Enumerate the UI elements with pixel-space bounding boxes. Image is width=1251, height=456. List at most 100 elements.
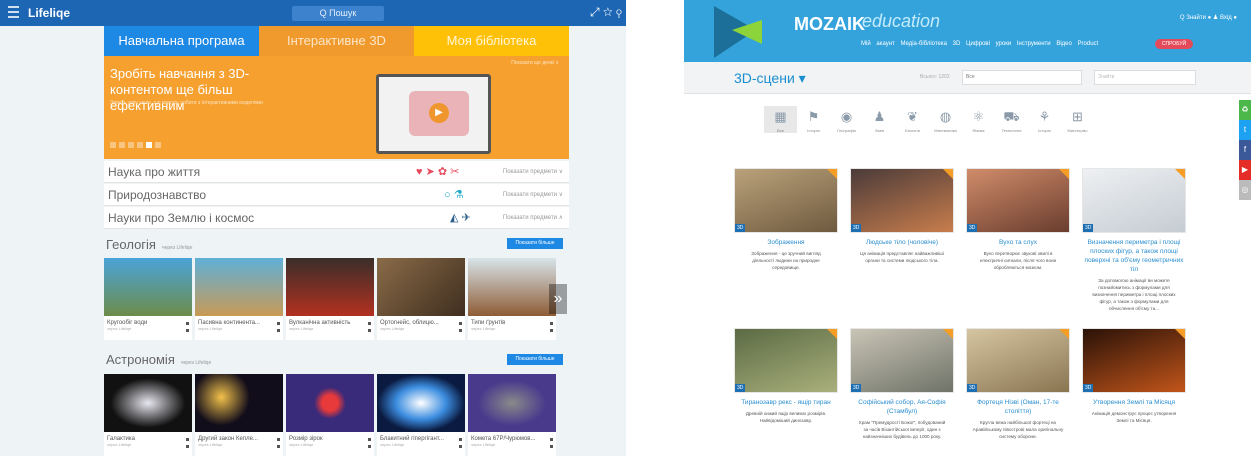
scene-thumbnail[interactable]: 3D — [850, 168, 954, 233]
card-kepler-law[interactable]: Другий закон Кепле... через Lifeliqe — [195, 374, 283, 456]
filter-history-2[interactable]: ⚘ Історія — [1028, 106, 1061, 133]
scene-title[interactable]: Тиранозавр рекс - ящір тиран — [734, 393, 838, 407]
filter-technology[interactable]: ⛟ Технологія — [995, 106, 1028, 133]
twitter-icon[interactable]: t — [1239, 120, 1251, 140]
statue-icon: ⚘ — [1038, 109, 1051, 124]
app-logo[interactable]: Lifeliqe — [28, 6, 70, 20]
promo-banner[interactable]: Зробіть навчання з 3D-контентом ще більш… — [104, 56, 569, 159]
scene-title[interactable]: Утворення Землі та Місяця — [1082, 393, 1186, 407]
tab-my-library[interactable]: Моя бібліотека — [414, 26, 569, 56]
category-natural-science[interactable]: Природознавство ○ ⚗ Показати предмети ∨ — [104, 184, 569, 206]
corner-icon — [943, 329, 953, 339]
more-icon[interactable] — [368, 438, 371, 448]
carousel-dots[interactable] — [110, 142, 161, 148]
show-subjects-link[interactable]: Показати предмети ∨ — [503, 184, 563, 206]
filter-geography[interactable]: ◉ Географія — [830, 106, 863, 133]
scene-thumbnail[interactable]: 3D — [850, 328, 954, 393]
menu-product[interactable]: Product — [1078, 41, 1099, 47]
more-icon[interactable] — [186, 438, 189, 448]
filter-art[interactable]: ⊞ Мистецтво — [1061, 106, 1094, 133]
card-blue-hypergiant[interactable]: Блакитний гіпергігант... через Lifeliqe — [377, 374, 465, 456]
more-icon[interactable] — [550, 322, 553, 332]
scene-thumbnail[interactable]: 3D — [734, 328, 838, 393]
scene-card[interactable]: 3D Вухо та слух Вухо перетворює звукові хв… — [966, 168, 1070, 298]
scene-thumbnail[interactable]: 3D — [734, 168, 838, 233]
scene-description: За допомогою анімації ви можете познайом… — [1092, 278, 1176, 311]
lifeliqe-panel: Lifeliqe Q Пошук ⤢ ☆ ⚲ Навчальна програм… — [0, 0, 626, 456]
menu-my-account[interactable]: Мій акаунт — [861, 41, 895, 47]
scene-title[interactable]: Софійський собор, Ая-Софія (Стамбул) — [850, 393, 954, 416]
more-icon[interactable] — [277, 322, 280, 332]
more-icon[interactable] — [459, 322, 462, 332]
more-icon[interactable] — [277, 438, 280, 448]
card-comet[interactable]: Комета 67P/Чурюмов... через Lifeliqe — [468, 374, 556, 456]
play-icon[interactable]: ▶ — [429, 103, 449, 123]
scene-title[interactable]: Зображення — [734, 233, 838, 247]
scene-card[interactable]: 3D Тиранозавр рекс - ящір тиран Древній хи… — [734, 328, 838, 456]
more-icon[interactable] — [459, 438, 462, 448]
scene-description: Храм "Премудрості Божої", побудований за… — [858, 420, 946, 439]
corner-icon — [827, 329, 837, 339]
scene-thumbnail[interactable]: 3D — [1082, 168, 1186, 233]
header-actions[interactable]: Q Знайти ● ♟ Вхід ● — [1180, 14, 1237, 21]
scene-card[interactable]: 3D Софійський собор, Ая-Софія (Стамбул) Хр… — [850, 328, 954, 456]
facebook-icon[interactable]: f — [1239, 140, 1251, 160]
banner-link[interactable]: Показати ще деякі ∨ — [511, 60, 559, 66]
scenes-dropdown[interactable]: 3D-сцени ▾ — [734, 70, 806, 87]
more-social-icon[interactable]: ◎ — [1239, 180, 1251, 200]
youtube-icon[interactable]: ▶ — [1239, 160, 1251, 180]
scene-card[interactable]: 3D Утворення Землі та Місяця Анімація демо… — [1082, 328, 1186, 456]
more-icon[interactable] — [186, 322, 189, 332]
menu-media-library[interactable]: Медіа-бібліотека — [900, 41, 947, 47]
more-icon[interactable] — [368, 322, 371, 332]
scene-title[interactable]: Вухо та слух — [966, 233, 1070, 247]
filter-biology[interactable]: ❦ Біологія — [896, 106, 929, 133]
tab-curriculum[interactable]: Навчальна програма — [104, 26, 259, 56]
category-earth-space[interactable]: Науки про Землю і космос ◭ ✈ Показати пр… — [104, 207, 569, 229]
scene-title[interactable]: Визначення периметра і площі плоских фіг… — [1082, 233, 1186, 274]
filter-physics[interactable]: ⚛ Фізика — [962, 106, 995, 133]
search-input[interactable]: Q Пошук — [292, 6, 384, 21]
more-icon[interactable] — [550, 438, 553, 448]
show-more-button[interactable]: Показати більше — [507, 238, 563, 249]
share-icon[interactable]: ♻ — [1239, 100, 1251, 120]
menu-digital-lessons[interactable]: Цифрові уроки — [966, 41, 1011, 47]
scene-thumbnail[interactable]: 3D — [966, 328, 1070, 393]
menu-tools[interactable]: Інструменти — [1017, 41, 1051, 47]
scene-card[interactable]: 3D Фортеця Нізві (Оман, 17-те століття) Кр… — [966, 328, 1070, 456]
filter-chemistry[interactable]: ♟ Хімія — [863, 106, 896, 133]
scene-card[interactable]: 3D Людське тіло (чоловіче) Ця анімація пре… — [850, 168, 954, 298]
card-orthogneiss[interactable]: Ортогнейс, облицю... через Lifeliqe — [377, 258, 465, 340]
search-input[interactable]: Знайти — [1094, 70, 1196, 85]
brand-name[interactable]: MOZAIK — [794, 14, 865, 35]
menu-icon[interactable] — [8, 6, 19, 18]
card-passive-continent[interactable]: Пасивна континента... через Lifeliqe — [195, 258, 283, 340]
mozaik-header: MOZAIK education Q Знайти ● ♟ Вхід ● Мій… — [684, 0, 1251, 62]
try-button[interactable]: СПРОБУЙ — [1155, 39, 1193, 49]
sphere-icon: ◍ — [939, 109, 952, 124]
scene-thumbnail[interactable]: 3D — [966, 168, 1070, 233]
menu-3d[interactable]: 3D — [953, 41, 961, 47]
card-galaxy[interactable]: Галактика через Lifeliqe — [104, 374, 192, 456]
category-life-science[interactable]: Наука про життя ♥ ➤ ✿ ✂ Показати предмет… — [104, 161, 569, 183]
card-star-size[interactable]: Розмір зірок через Lifeliqe — [286, 374, 374, 456]
menu-video[interactable]: Відео — [1056, 41, 1072, 47]
show-more-button[interactable]: Показати більше — [507, 354, 563, 365]
filter-all[interactable]: ▦ Все — [764, 106, 797, 133]
toolbar-icons[interactable]: ⤢ ☆ ⚲ — [590, 5, 622, 20]
scene-card[interactable]: 3D Зображення Зображення - це зручний вигл… — [734, 168, 838, 298]
scene-title[interactable]: Людське тіло (чоловіче) — [850, 233, 954, 247]
show-subjects-link[interactable]: Показати предмети ∨ — [503, 161, 563, 183]
category-select[interactable]: Все — [962, 70, 1082, 85]
card-soil-types[interactable]: Типи ґрунтів через Lifeliqe — [468, 258, 556, 340]
filter-math[interactable]: ◍ Математика — [929, 106, 962, 133]
filter-history[interactable]: ⚑ Історія — [797, 106, 830, 133]
tab-interactive-3d[interactable]: Інтерактивне 3D — [259, 26, 414, 56]
card-water-cycle[interactable]: Кругообіг води через Lifeliqe — [104, 258, 192, 340]
show-subjects-link[interactable]: Показати предмети ∧ — [503, 207, 563, 229]
scene-thumbnail[interactable]: 3D — [1082, 328, 1186, 393]
scene-title[interactable]: Фортеця Нізві (Оман, 17-те століття) — [966, 393, 1070, 416]
scene-card[interactable]: 3D Визначення периметра і площі плоских ф… — [1082, 168, 1186, 311]
next-arrow-icon[interactable]: » — [549, 284, 567, 314]
card-volcanic-activity[interactable]: Вулканічна активність через Lifeliqe — [286, 258, 374, 340]
